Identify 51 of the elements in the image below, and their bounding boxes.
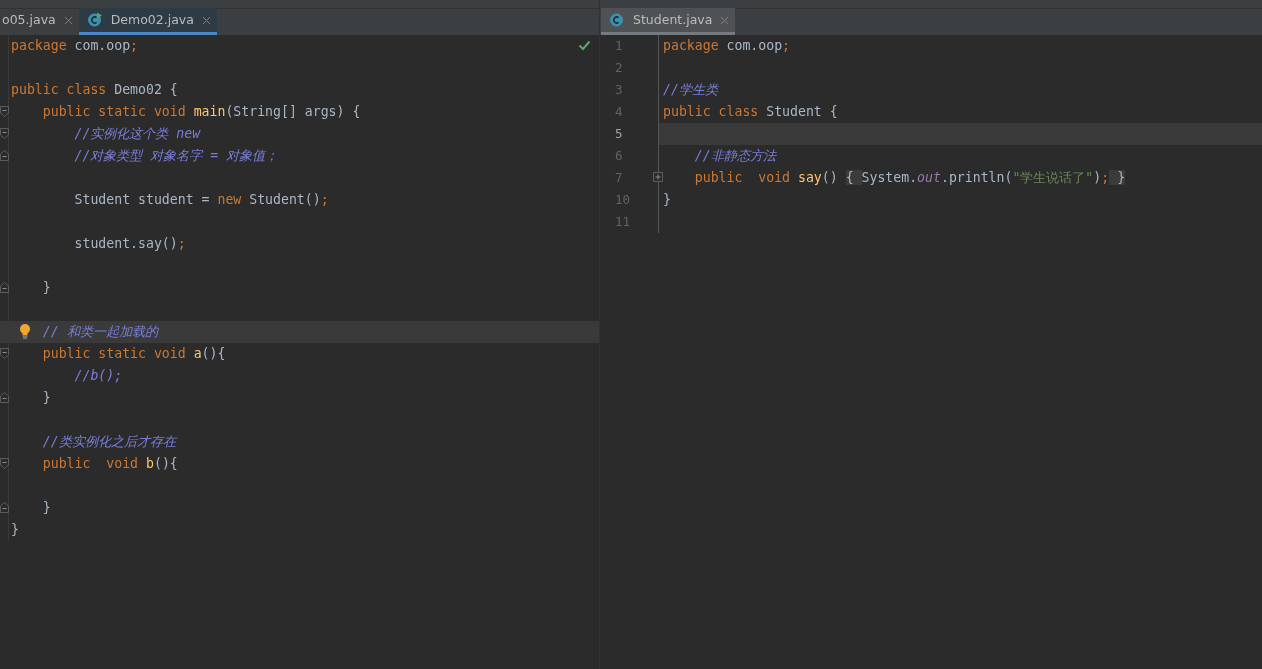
tab-label: Demo02.java <box>110 10 194 29</box>
code-line: public static void main(String[] args) { <box>41 103 361 121</box>
code-line: //b(); <box>73 367 123 385</box>
line-number: 3 <box>615 82 623 97</box>
line-number: 7 <box>615 170 623 185</box>
line-number: 11 <box>615 214 631 229</box>
line-number: 4 <box>615 104 623 119</box>
code-line: } <box>662 191 671 209</box>
fold-marker-icon[interactable] <box>0 392 9 403</box>
code-line: student.say(); <box>73 235 186 253</box>
fold-marker-icon[interactable] <box>0 348 9 359</box>
file-tab[interactable]: Demo02.java <box>78 8 217 35</box>
line-number: 1 <box>615 38 623 53</box>
file-tab[interactable]: Student.java <box>601 8 736 35</box>
code-line: package com.oop; <box>10 37 139 55</box>
fold-marker-icon[interactable] <box>0 502 9 513</box>
line-number: 2 <box>615 60 623 75</box>
line-number: 6 <box>615 148 623 163</box>
checkmark-icon <box>578 40 591 51</box>
code-line: public void say() { System.out.println("学生说话了"); } <box>693 169 1126 187</box>
line-number: 10 <box>615 192 631 207</box>
code-line: // 和类一起加载的 <box>41 323 158 341</box>
code-line: //非静态方法 <box>693 147 776 165</box>
code-line: //对象类型 对象名字 = 对象值； <box>73 147 279 165</box>
code-line: //实例化这个类 new <box>73 125 201 143</box>
code-line: } <box>41 499 51 517</box>
code-line: public class Demo02 { <box>10 81 178 99</box>
fold-marker-icon[interactable] <box>0 106 9 117</box>
fold-marker-icon[interactable] <box>0 150 9 161</box>
file-tab[interactable]: o05.java <box>0 8 79 35</box>
runnable-class-icon <box>86 12 103 28</box>
code-line: public class Student { <box>662 103 838 121</box>
code-line: Student student = new Student(); <box>73 191 329 209</box>
close-icon <box>201 15 211 25</box>
tab-label: Student.java <box>633 10 713 29</box>
tab-label: o05.java <box>2 10 56 29</box>
code-line: //学生类 <box>662 81 718 99</box>
line-number: 5 <box>615 126 623 141</box>
code-line: public void b(){ <box>41 455 178 473</box>
close-icon <box>720 15 730 25</box>
class-icon <box>609 12 625 28</box>
code-line: } <box>41 279 51 297</box>
code-line: public static void a(){ <box>41 345 226 363</box>
fold-marker-icon[interactable] <box>0 282 9 293</box>
code-line: } <box>10 521 19 539</box>
code-line: package com.oop; <box>662 37 791 55</box>
fold-marker-icon[interactable] <box>0 458 9 469</box>
code-line: //类实例化之后才存在 <box>41 433 176 451</box>
close-icon <box>63 15 73 25</box>
fold-marker-icon[interactable] <box>0 128 9 139</box>
code-line: } <box>41 389 51 407</box>
